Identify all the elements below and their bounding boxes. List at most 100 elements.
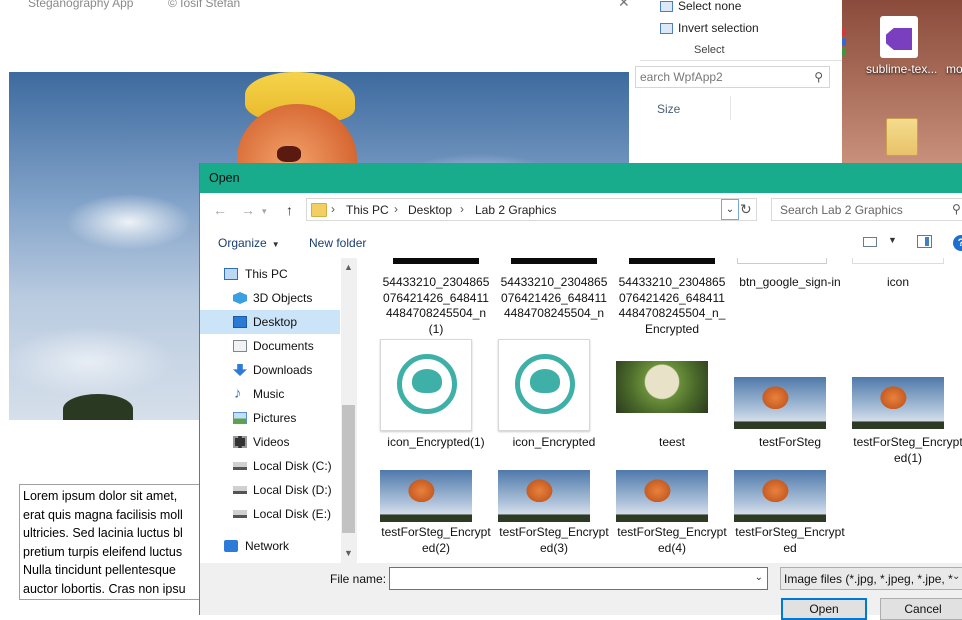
desktop-background: sublime-tex... mo [842, 0, 962, 163]
disk-icon [233, 510, 247, 518]
help-icon[interactable]: ? [953, 235, 962, 251]
nav-item-downloads[interactable]: Downloads [200, 358, 340, 382]
file-name: icon_Encrypted [512, 435, 596, 449]
file-name: testForSteg_Encrypted(2) [381, 525, 491, 555]
file-thumbnail [734, 470, 826, 522]
search-input[interactable]: Search Lab 2 Graphics ⚲ [771, 198, 962, 221]
message-textbox[interactable]: Lorem ipsum dolor sit amet, erat quis ma… [19, 484, 219, 600]
nav-item-documents[interactable]: Documents [200, 334, 340, 358]
dialog-footer: File name: ⌄ Image files (*.jpg, *.jpeg,… [200, 563, 962, 620]
disk-icon [233, 486, 247, 494]
file-thumbnail [852, 377, 944, 429]
forward-arrow-icon[interactable]: → [241, 202, 255, 218]
scrollbar-thumb[interactable] [342, 405, 355, 533]
file-thumbnail [380, 470, 472, 522]
app-title: Steganography App [28, 0, 134, 10]
up-arrow-icon[interactable]: ↑ [286, 202, 293, 218]
dialog-title: Open [209, 171, 240, 185]
chevron-down-icon[interactable]: ⌄ [755, 572, 763, 583]
nav-item-local-disk-d[interactable]: Local Disk (D:) [200, 478, 340, 502]
nav-item-label: Videos [253, 435, 290, 449]
breadcrumb-lab-2-graphics[interactable]: Lab 2 Graphics [475, 203, 556, 217]
text-line: ultricies. Sed lacinia luctus bl [23, 526, 183, 541]
file-thumbnail [737, 258, 827, 264]
size-column-header[interactable]: Size [657, 102, 680, 116]
nav-item-desktop[interactable]: Desktop [200, 310, 340, 334]
breadcrumb-desktop[interactable]: Desktop [408, 203, 452, 217]
chevron-down-icon[interactable]: ▼ [888, 235, 897, 245]
nav-item-local-disk-e[interactable]: Local Disk (E:) [200, 502, 340, 526]
scroll-up-icon[interactable]: ▲ [344, 262, 353, 272]
file-name: 54433210_2304865076421426_64841144847082… [382, 275, 490, 336]
file-name: testForSteg_Encrypted(4) [617, 525, 727, 555]
nav-item-pictures[interactable]: Pictures [200, 406, 340, 430]
text-line: erat quis magna facilisis moll [23, 507, 183, 522]
folder-icon[interactable] [886, 118, 918, 156]
file-name: 54433210_2304865076421426_64841144847082… [618, 275, 726, 336]
file-thumbnail [734, 377, 826, 429]
open-file-dialog: Open ← → ▾ ↑ › This PC › Desktop › Lab 2… [199, 163, 962, 620]
tree-silhouette [63, 394, 133, 420]
preview-pane-icon[interactable] [917, 235, 932, 248]
refresh-icon[interactable]: ↻ [740, 201, 752, 218]
search-icon: ⚲ [952, 202, 961, 216]
file-list: 54433210_2304865076421426_64841144847082… [360, 258, 962, 563]
nav-item-label: 3D Objects [253, 291, 313, 305]
search-icon: ⚲ [814, 70, 823, 84]
nav-item-network[interactable]: Network [200, 534, 340, 558]
file-type-select[interactable]: Image files (*.jpg, *.jpeg, *.jpe, * [780, 567, 962, 590]
chevron-right-icon: › [394, 202, 398, 216]
desktop-item-label[interactable]: sublime-tex... [866, 62, 937, 76]
nav-item-this-pc[interactable]: This PC [200, 262, 340, 286]
file-thumbnail [852, 258, 944, 264]
explorer-search-input[interactable]: earch WpfApp2 ⚲ [635, 66, 830, 88]
file-name: teest [658, 435, 685, 449]
open-button[interactable]: Open [781, 598, 867, 620]
select-none-button[interactable]: Select none [660, 0, 741, 13]
view-options-icon[interactable] [863, 237, 877, 247]
select-none-label: Select none [678, 0, 742, 13]
nav-item-videos[interactable]: Videos [200, 430, 340, 454]
navigation-pane: This PC 3D Objects Desktop Documents Dow… [200, 258, 340, 563]
recent-locations-icon[interactable]: ▾ [262, 206, 267, 217]
file-name: testForSteg [758, 435, 822, 449]
new-folder-button[interactable]: New folder [309, 236, 366, 250]
visual-studio-icon[interactable] [880, 16, 918, 58]
chevron-down-icon[interactable]: ⌄ [952, 571, 960, 582]
desktop-item-label[interactable]: mo [946, 62, 962, 76]
ribbon-group-label: Select [694, 44, 725, 56]
nav-item-music[interactable]: ♪ Music [200, 382, 340, 406]
invert-selection-button[interactable]: Invert selection [660, 21, 759, 35]
file-thumbnail [498, 470, 590, 522]
music-icon: ♪ [234, 385, 242, 402]
nav-item-local-disk-c[interactable]: Local Disk (C:) [200, 454, 340, 478]
file-name: icon [886, 275, 909, 289]
dialog-title-bar: Open [200, 163, 962, 193]
navigation-scrollbar[interactable]: ▲ ▼ [341, 258, 357, 563]
chevron-down-icon: ▼ [271, 240, 280, 249]
vs-logo [886, 28, 912, 50]
file-thumbnail [616, 361, 708, 413]
organize-button[interactable]: Organize ▼ [218, 236, 280, 250]
file-thumbnail [629, 258, 715, 264]
scroll-down-icon[interactable]: ▼ [344, 548, 353, 558]
file-thumbnail [498, 339, 590, 431]
address-dropdown-button[interactable]: ⌄ [721, 199, 739, 220]
desktop-icon [233, 316, 247, 328]
file-name-input[interactable]: ⌄ [389, 567, 768, 590]
file-name-label: File name: [330, 572, 387, 586]
search-placeholder: Search Lab 2 Graphics [780, 203, 903, 217]
column-divider [730, 96, 731, 120]
balloon-mouth [277, 146, 301, 162]
nav-item-3d-objects[interactable]: 3D Objects [200, 286, 340, 310]
organize-label: Organize [218, 236, 267, 250]
desktop-strip [842, 28, 846, 36]
invert-selection-label: Invert selection [678, 21, 759, 35]
breadcrumb-this-pc[interactable]: This PC [346, 203, 389, 217]
address-bar[interactable]: › This PC › Desktop › Lab 2 Graphics ⌄ ↻ [306, 198, 757, 221]
elephant-logo [397, 354, 457, 414]
app-close-icon[interactable]: ✕ [618, 0, 630, 11]
back-arrow-icon[interactable]: ← [213, 202, 227, 218]
cancel-button[interactable]: Cancel [880, 598, 962, 620]
desktop-strip [842, 48, 846, 56]
